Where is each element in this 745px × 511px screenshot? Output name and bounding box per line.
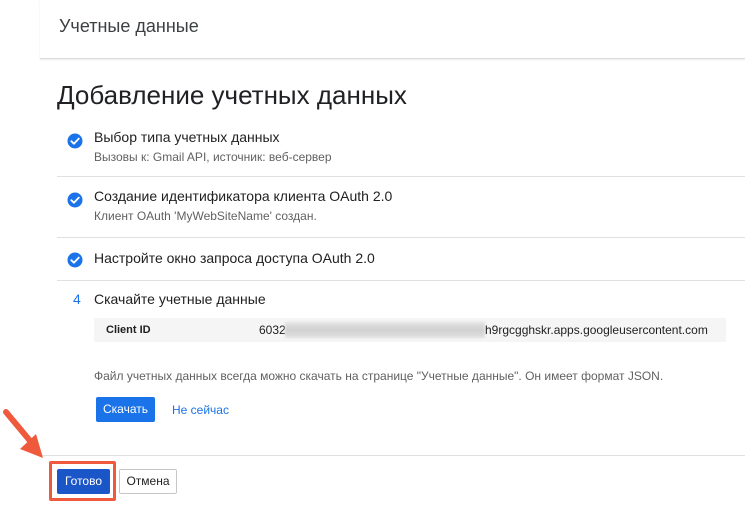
client-id-label: Client ID xyxy=(106,324,151,336)
done-button[interactable]: Готово xyxy=(57,469,110,494)
step-2-subtitle: Клиент OAuth 'MyWebSiteName' создан. xyxy=(94,209,317,223)
not-now-link[interactable]: Не сейчас xyxy=(172,403,229,417)
step-1-title: Выбор типа учетных данных xyxy=(94,129,280,145)
client-id-value-suffix[interactable]: h9rgcgghskr.apps.googleusercontent.com xyxy=(485,323,708,337)
client-id-row: Client ID 6032 h9rgcgghskr.apps.googleus… xyxy=(94,318,726,342)
step-2: Создание идентификатора клиента OAuth 2.… xyxy=(57,177,745,238)
step-3-title: Настройте окно запроса доступа OAuth 2.0 xyxy=(94,250,375,266)
check-circle-icon xyxy=(67,252,83,268)
cancel-button[interactable]: Отмена xyxy=(119,469,177,494)
step-2-title: Создание идентификатора клиента OAuth 2.… xyxy=(94,188,393,204)
step-3: Настройте окно запроса доступа OAuth 2.0 xyxy=(57,238,745,281)
top-bar-title: Учетные данные xyxy=(59,16,199,36)
check-circle-icon xyxy=(67,192,83,208)
step-1-subtitle: Вызовы к: Gmail API, источник: веб-серве… xyxy=(94,150,332,164)
footer-divider xyxy=(40,455,745,456)
client-id-redaction xyxy=(285,322,485,338)
download-button[interactable]: Скачать xyxy=(96,397,155,422)
step-1: Выбор типа учетных данных Вызовы к: Gmai… xyxy=(57,118,745,177)
step-4-title: Скачайте учетные данные xyxy=(94,291,266,307)
arrow-pointer-icon xyxy=(3,409,43,458)
step-4-number: 4 xyxy=(73,291,81,307)
top-bar: Учетные данные xyxy=(40,0,745,59)
steps-list: Выбор типа учетных данных Вызовы к: Gmai… xyxy=(57,118,745,281)
check-circle-icon xyxy=(67,133,83,149)
client-id-value-prefix[interactable]: 6032 xyxy=(259,323,286,337)
step-4: 4 Скачайте учетные данные Client ID 6032… xyxy=(57,289,745,455)
download-note: Файл учетных данных всегда можно скачать… xyxy=(94,369,664,383)
page-title: Добавление учетных данных xyxy=(57,80,407,110)
